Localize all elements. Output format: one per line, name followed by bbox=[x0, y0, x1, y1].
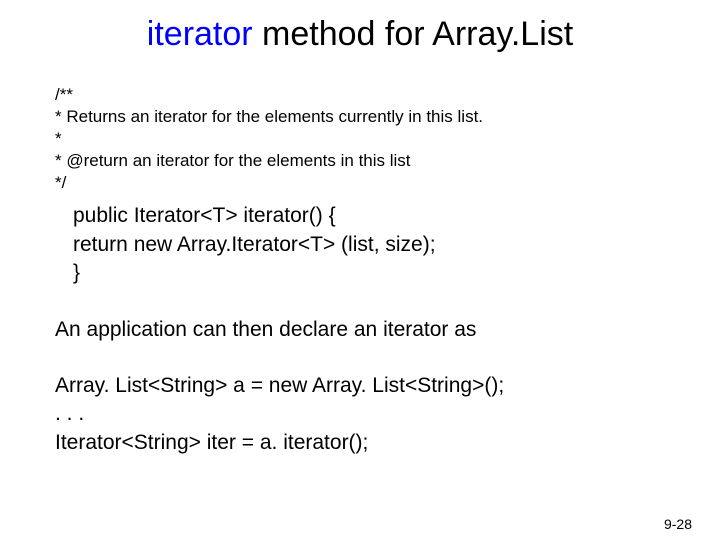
method-code: public Iterator<T> iterator() { return n… bbox=[73, 202, 665, 287]
code-line: public Iterator<T> iterator() { bbox=[73, 202, 665, 230]
title-rest: method for Array.List bbox=[253, 15, 574, 53]
code-line: return new Array.Iterator<T> (list, size… bbox=[73, 231, 665, 259]
title-keyword: iterator bbox=[147, 15, 253, 53]
page-number: 9-28 bbox=[664, 516, 692, 532]
comment-line: * Returns an iterator for the elements c… bbox=[55, 106, 665, 128]
comment-line: * bbox=[55, 128, 665, 150]
slide-container: iterator method for Array.List /** * Ret… bbox=[0, 0, 720, 477]
comment-line: /** bbox=[55, 84, 665, 106]
comment-line: */ bbox=[55, 172, 665, 194]
example-line: . . . bbox=[55, 400, 665, 428]
example-line: Iterator<String> iter = a. iterator(); bbox=[55, 429, 665, 457]
code-line: } bbox=[73, 259, 665, 287]
comment-line: * @return an iterator for the elements i… bbox=[55, 150, 665, 172]
example-line: Array. List<String> a = new Array. List<… bbox=[55, 372, 665, 400]
slide-title: iterator method for Array.List bbox=[55, 15, 665, 54]
example-code: Array. List<String> a = new Array. List<… bbox=[55, 372, 665, 457]
body-paragraph: An application can then declare an itera… bbox=[55, 316, 665, 344]
javadoc-comment: /** * Returns an iterator for the elemen… bbox=[55, 84, 665, 194]
